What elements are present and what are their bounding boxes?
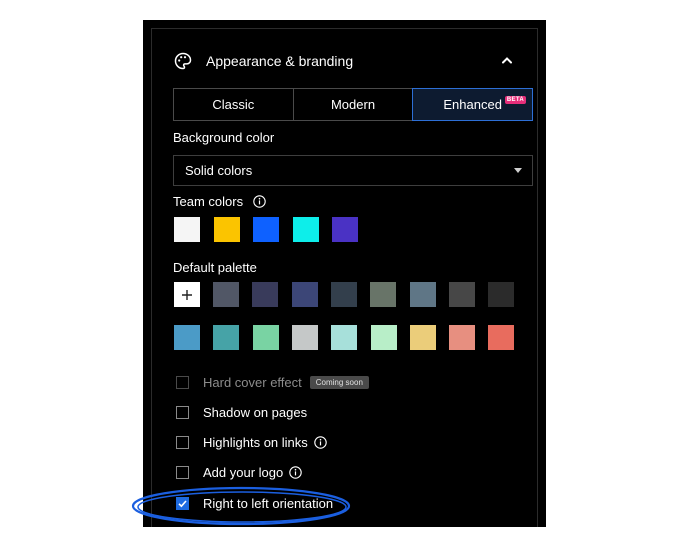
view-mode-label: Classic [212,97,255,112]
option-logo: Add your logo [176,465,302,480]
chevron-up-icon[interactable] [499,52,515,68]
logo-checkbox[interactable] [176,466,189,479]
background-color-label: Background color [173,130,275,145]
logo-label: Add your logo [203,465,284,480]
palette-color-swatch[interactable] [409,325,436,350]
highlights-label: Highlights on links [203,435,308,450]
beta-badge: BETA [504,96,527,104]
hard-cover-label: Hard cover effect [203,375,302,390]
appearance-panel: Appearance & branding Classic Modern Enh… [143,20,546,527]
palette-color-swatch[interactable] [252,282,279,307]
palette-color-swatch[interactable] [370,282,397,307]
palette-color-swatch[interactable] [291,325,318,350]
info-icon[interactable] [289,466,302,479]
team-color-swatch[interactable] [253,217,279,242]
highlight-ellipse [131,486,351,526]
plus-icon [182,289,192,300]
team-color-swatch[interactable] [174,217,200,242]
view-mode-label: Modern [330,97,376,112]
palette-color-swatch[interactable] [330,282,357,307]
palette-color-swatch[interactable] [213,325,240,350]
palette-color-swatch[interactable] [488,282,515,307]
palette-color-swatch[interactable] [409,282,436,307]
palette-color-swatch[interactable] [488,325,515,350]
palette-color-swatch[interactable] [448,282,475,307]
default-palette-label: Default palette [173,260,257,275]
option-hard-cover: Hard cover effect Coming soon [176,375,369,390]
palette-color-swatch[interactable] [213,282,239,307]
team-colors-label: Team colors [173,194,266,209]
highlights-checkbox[interactable] [176,436,189,449]
palette-color-swatch[interactable] [370,325,397,350]
section-header[interactable]: Appearance & branding [174,49,515,73]
appearance-section: Appearance & branding Classic Modern Enh… [151,28,538,527]
add-color-button[interactable] [174,282,200,307]
palette-icon [174,52,192,70]
shadow-checkbox[interactable] [176,406,189,419]
view-mode-selector: Classic Modern Enhanced BETA [173,88,534,121]
team-color-swatch[interactable] [292,217,319,242]
palette-color-swatch[interactable] [449,325,476,350]
coming-soon-badge: Coming soon [309,376,369,389]
view-mode-enhanced[interactable]: Enhanced BETA [412,88,534,121]
team-color-swatch[interactable] [213,217,240,242]
shadow-label: Shadow on pages [203,405,308,420]
background-color-select[interactable]: Solid colors [173,155,533,186]
view-mode-label: Enhanced [443,97,502,112]
palette-color-swatch[interactable] [252,325,279,350]
hard-cover-checkbox[interactable] [176,376,189,389]
team-colors-text: Team colors [173,194,244,209]
background-color-value: Solid colors [185,163,253,178]
team-color-swatch[interactable] [332,217,358,242]
palette-color-swatch[interactable] [174,325,200,350]
palette-color-swatch[interactable] [291,282,318,307]
view-mode-classic[interactable]: Classic [173,88,294,121]
view-mode-modern[interactable]: Modern [292,88,414,121]
option-highlights: Highlights on links [176,435,327,450]
option-shadow: Shadow on pages [176,405,307,420]
caret-down-icon [514,168,522,173]
info-icon[interactable] [252,195,266,208]
info-icon[interactable] [314,436,327,449]
section-title: Appearance & branding [206,53,354,69]
palette-color-swatch[interactable] [331,325,358,350]
